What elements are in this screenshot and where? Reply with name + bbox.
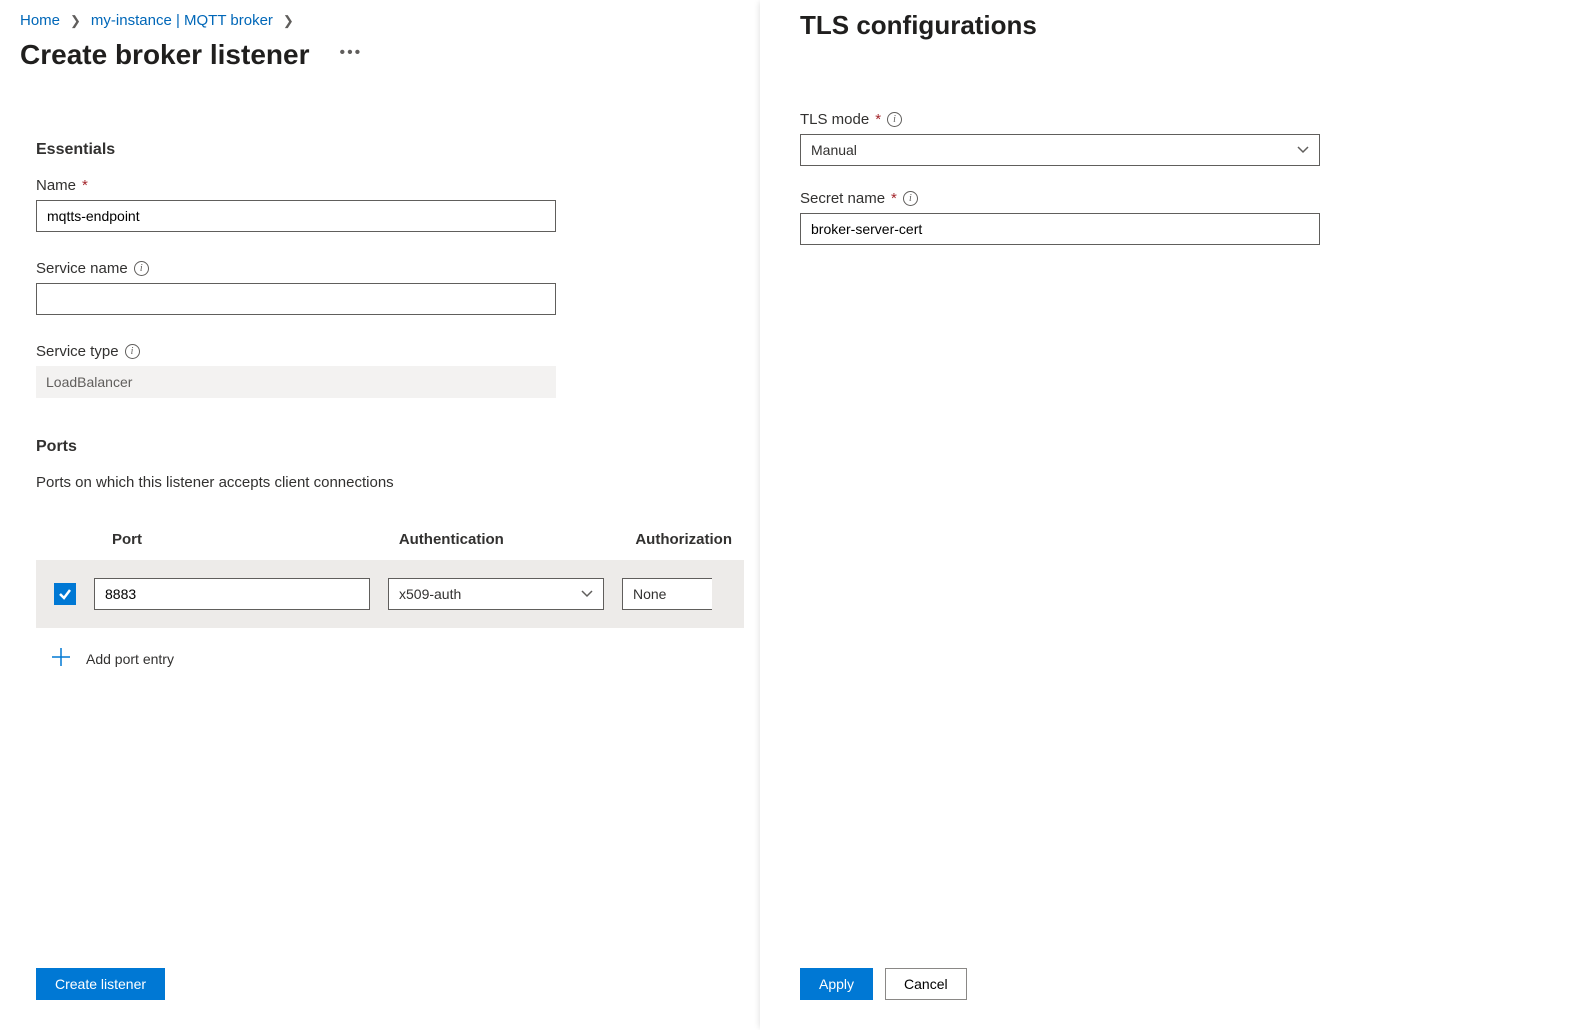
ports-heading: Ports [36,438,744,456]
breadcrumb: Home ❯ my-instance | MQTT broker ❯ [20,10,760,35]
authorization-value: None [633,586,666,602]
info-icon[interactable]: i [125,344,140,359]
info-icon[interactable]: i [887,112,902,127]
side-panel-title: TLS configurations [800,10,1544,41]
service-name-input[interactable] [36,283,556,315]
apply-button[interactable]: Apply [800,968,873,1000]
service-name-label: Service name [36,260,128,277]
port-number-input[interactable] [94,578,370,610]
required-asterisk: * [82,177,88,194]
secret-name-label: Secret name [800,190,885,207]
ports-col-port: Port [112,531,399,548]
port-row: x509-auth None [36,560,744,628]
tls-mode-value: Manual [811,142,857,158]
name-label: Name [36,177,76,194]
authentication-select[interactable]: x509-auth [388,578,604,610]
port-row-checkbox[interactable] [54,583,76,605]
authentication-value: x509-auth [399,586,461,602]
required-asterisk: * [875,111,881,128]
breadcrumb-instance[interactable]: my-instance | MQTT broker [91,12,273,29]
authorization-select[interactable]: None [622,578,712,610]
chevron-right-icon: ❯ [70,13,81,29]
ports-col-authz: Authorization [635,531,732,548]
plus-icon [50,646,72,671]
essentials-heading: Essentials [36,141,744,159]
ports-col-auth: Authentication [399,531,636,548]
name-input[interactable] [36,200,556,232]
tls-mode-select[interactable]: Manual [800,134,1320,166]
required-asterisk: * [891,190,897,207]
page-title: Create broker listener [20,39,309,71]
info-icon[interactable]: i [903,191,918,206]
check-icon [58,587,72,601]
info-icon[interactable]: i [134,261,149,276]
secret-name-input[interactable] [800,213,1320,245]
create-listener-button[interactable]: Create listener [36,968,165,1000]
service-type-input [36,366,556,398]
add-port-entry-label: Add port entry [86,651,174,667]
cancel-button[interactable]: Cancel [885,968,967,1000]
chevron-right-icon: ❯ [283,13,294,29]
ports-description: Ports on which this listener accepts cli… [36,474,744,491]
add-port-entry-button[interactable]: Add port entry [36,628,744,689]
service-type-label: Service type [36,343,119,360]
breadcrumb-home[interactable]: Home [20,12,60,29]
more-menu-icon[interactable]: ••• [333,38,368,68]
tls-mode-label: TLS mode [800,111,869,128]
